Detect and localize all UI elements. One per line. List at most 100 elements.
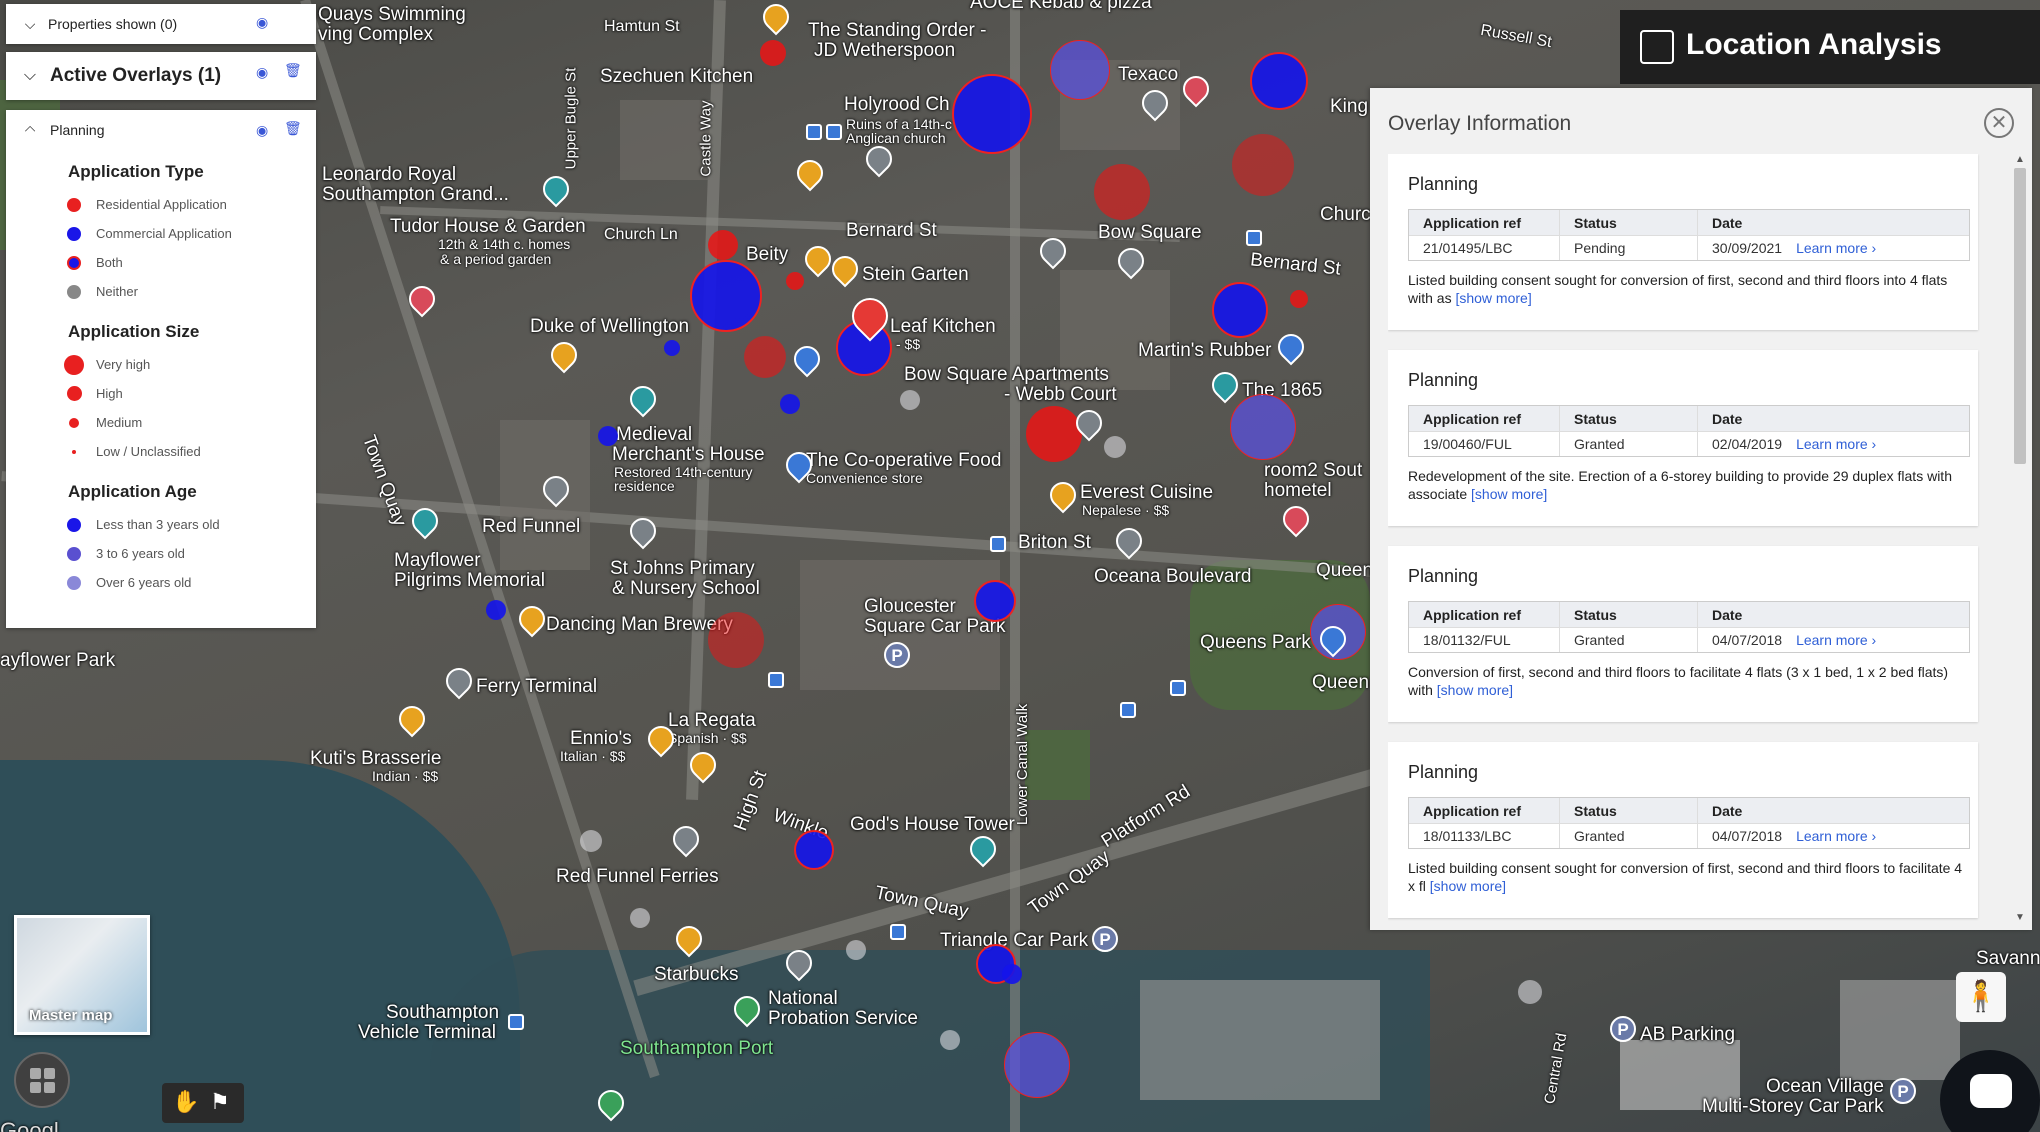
- learn-more-link[interactable]: Learn more ›: [1796, 632, 1876, 648]
- close-icon[interactable]: ✕: [1984, 108, 2014, 138]
- restaurant-icon[interactable]: [791, 154, 829, 192]
- planning-marker-both[interactable]: [974, 580, 1016, 622]
- learn-more-link[interactable]: Learn more ›: [1796, 240, 1876, 256]
- parking-icon[interactable]: P: [1610, 1016, 1636, 1042]
- chevron-down-icon[interactable]: ⌵: [18, 67, 42, 85]
- map-label: JD Wetherspoon: [814, 40, 956, 61]
- restaurant-icon[interactable]: [393, 700, 431, 738]
- restaurant-icon[interactable]: [513, 600, 551, 638]
- planning-marker-commercial[interactable]: [780, 394, 800, 414]
- draw-area-icon[interactable]: ⚑: [210, 1089, 230, 1115]
- parking-icon[interactable]: P: [1092, 926, 1118, 952]
- planning-marker-both[interactable]: [952, 74, 1032, 154]
- pan-hand-icon[interactable]: ✋: [172, 1089, 199, 1115]
- planning-marker-residential[interactable]: [708, 230, 738, 260]
- bus-stop-icon[interactable]: [1120, 702, 1136, 718]
- planning-marker-neither[interactable]: [846, 940, 866, 960]
- planning-marker-residential[interactable]: [760, 40, 786, 66]
- restaurant-icon[interactable]: [545, 336, 583, 374]
- planning-marker-both[interactable]: [794, 830, 834, 870]
- planning-marker-commercial[interactable]: [598, 426, 618, 446]
- planning-marker-both[interactable]: [1004, 1032, 1070, 1098]
- chevron-up-icon[interactable]: ⌵: [18, 122, 42, 139]
- planning-marker-neither[interactable]: [900, 390, 920, 410]
- hotel-icon[interactable]: [1277, 500, 1315, 538]
- planning-marker-neither[interactable]: [1518, 980, 1542, 1004]
- planning-marker-residential[interactable]: [1232, 134, 1294, 196]
- visibility-eye-icon[interactable]: ◉: [256, 64, 268, 81]
- attraction-icon[interactable]: [624, 380, 662, 418]
- restaurant-icon[interactable]: [826, 250, 864, 288]
- bus-stop-icon[interactable]: [1170, 680, 1186, 696]
- planning-marker-both[interactable]: [690, 260, 762, 332]
- scroll-down-arrow-icon[interactable]: ▼: [2015, 912, 2025, 923]
- restaurant-icon[interactable]: [1044, 476, 1082, 514]
- planning-marker-commercial[interactable]: [486, 600, 506, 620]
- show-more-link[interactable]: [show more]: [1430, 878, 1506, 894]
- transit-icon[interactable]: [788, 340, 826, 378]
- attraction-icon[interactable]: [1206, 366, 1244, 404]
- visibility-eye-icon[interactable]: ◉: [256, 14, 268, 31]
- learn-more-link[interactable]: Learn more ›: [1796, 436, 1876, 452]
- street-view-pegman-icon[interactable]: 🧍: [1956, 972, 2006, 1022]
- planning-marker-both[interactable]: [1230, 394, 1296, 460]
- planning-marker-residential[interactable]: [744, 336, 786, 378]
- place-icon[interactable]: [860, 140, 898, 178]
- planning-marker-both[interactable]: [1212, 282, 1268, 338]
- restaurant-icon[interactable]: [757, 0, 795, 36]
- properties-shown-panel[interactable]: ⌵ Properties shown (0) ◉: [6, 4, 316, 44]
- planning-marker-neither[interactable]: [1104, 436, 1126, 458]
- application-ref: 21/01495/LBC: [1423, 240, 1513, 256]
- show-more-link[interactable]: [show more]: [1455, 290, 1531, 306]
- bus-stop-icon[interactable]: [768, 672, 784, 688]
- application-status: Pending: [1559, 236, 1697, 260]
- scrollbar[interactable]: ▲ ▼: [2010, 154, 2030, 924]
- attraction-icon[interactable]: [537, 170, 575, 208]
- planning-marker-commercial[interactable]: [1002, 964, 1022, 984]
- planning-marker-residential[interactable]: [786, 272, 804, 290]
- planning-marker-residential[interactable]: [1094, 164, 1150, 220]
- planning-marker-commercial[interactable]: [664, 340, 680, 356]
- bus-stop-icon[interactable]: [806, 124, 822, 140]
- planning-marker-both[interactable]: [1250, 52, 1308, 110]
- place-icon[interactable]: [440, 662, 478, 700]
- parking-icon[interactable]: P: [1890, 1078, 1916, 1104]
- bus-stop-icon[interactable]: [890, 924, 906, 940]
- bus-stop-icon[interactable]: [990, 536, 1006, 552]
- place-icon[interactable]: [667, 820, 705, 858]
- restaurant-icon[interactable]: [799, 240, 837, 278]
- active-overlays-panel[interactable]: ⌵ Active Overlays (1) ◉ 🗑: [6, 52, 316, 100]
- hotel-icon[interactable]: [1177, 70, 1215, 108]
- building: [1140, 980, 1380, 1100]
- delete-trash-icon[interactable]: 🗑: [284, 62, 302, 79]
- scrollbar-thumb[interactable]: [2014, 168, 2026, 464]
- show-more-link[interactable]: [show more]: [1471, 486, 1547, 502]
- show-more-link[interactable]: [show more]: [1437, 682, 1513, 698]
- bus-stop-icon[interactable]: [1246, 230, 1262, 246]
- planning-marker-neither[interactable]: [580, 830, 602, 852]
- column-header: Status: [1559, 210, 1697, 235]
- delete-trash-icon[interactable]: 🗑: [284, 120, 302, 137]
- parking-icon[interactable]: P: [884, 642, 910, 668]
- attraction-icon[interactable]: [964, 830, 1002, 868]
- bus-stop-icon[interactable]: [508, 1014, 524, 1030]
- map-label: Stein Garten: [862, 264, 969, 285]
- scroll-up-arrow-icon[interactable]: ▲: [2015, 154, 2025, 165]
- application-ref: 19/00460/FUL: [1423, 436, 1512, 452]
- planning-marker-both[interactable]: [1050, 40, 1110, 100]
- planning-marker-residential[interactable]: [708, 612, 764, 668]
- learn-more-link[interactable]: Learn more ›: [1796, 828, 1876, 844]
- planning-marker-neither[interactable]: [630, 908, 650, 928]
- bus-stop-icon[interactable]: [826, 124, 842, 140]
- planning-marker-residential[interactable]: [1290, 290, 1308, 308]
- planning-marker-residential[interactable]: [1026, 406, 1082, 462]
- planning-marker-neither[interactable]: [940, 1030, 960, 1050]
- planning-card: Planning Application ref Status Date 21/01…: [1388, 154, 1978, 330]
- place-icon[interactable]: [1034, 232, 1072, 270]
- grid-menu-button[interactable]: [14, 1052, 70, 1108]
- master-map-toggle[interactable]: Master map: [14, 915, 150, 1035]
- chevron-down-icon[interactable]: ⌵: [18, 16, 42, 33]
- visibility-eye-icon[interactable]: ◉: [256, 122, 268, 139]
- planning-cards-list[interactable]: Planning Application ref Status Date 21/01…: [1388, 154, 1988, 924]
- transit-icon[interactable]: [1272, 328, 1310, 366]
